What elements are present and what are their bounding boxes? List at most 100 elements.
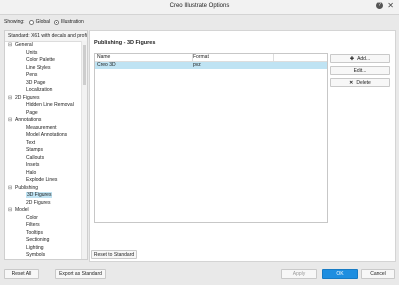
tree-item-label: 3D Figures xyxy=(26,192,53,198)
reset-to-standard-button[interactable]: Reset to Standard xyxy=(91,250,137,259)
tree-item-explode-lines[interactable]: Explode Lines xyxy=(5,177,87,185)
tree-node-label: 2D Figures xyxy=(15,94,40,101)
apply-button[interactable]: Apply xyxy=(281,269,317,279)
tree-item-model-annotations[interactable]: Model Annotations xyxy=(5,132,87,140)
tree-item-label: Stamps xyxy=(26,147,43,153)
tree-item-label: 2D Figures xyxy=(26,199,51,206)
bottom-bar: Reset All Export as Standard Apply OK Ca… xyxy=(0,262,399,285)
tree-item-label: Units xyxy=(26,49,38,56)
help-icon[interactable]: ? xyxy=(376,2,383,9)
tree-item-text[interactable]: Text xyxy=(5,140,87,148)
edit-button[interactable]: Edit... xyxy=(330,66,390,75)
tree-item-filters[interactable]: Filters xyxy=(5,222,87,230)
export-as-standard-button[interactable]: Export as Standard xyxy=(55,269,106,279)
row-format-cell: pvz xyxy=(193,62,201,68)
tree-item-label: Filters xyxy=(26,222,40,228)
tree-item-symbols[interactable]: Symbols xyxy=(5,252,87,259)
tree-item-2d-figures[interactable]: 2D Figures xyxy=(5,200,87,208)
tree-node-label: Publishing xyxy=(15,184,39,191)
tree-item-label: Pens xyxy=(26,72,38,78)
reset-all-label: Reset All xyxy=(11,271,32,277)
delete-button[interactable]: ✕ Delete xyxy=(330,78,390,87)
row-name-cell: Creo 3D xyxy=(97,62,116,68)
tree-item-label: Page xyxy=(26,109,38,116)
collapse-toggle-icon[interactable]: ⊟ xyxy=(8,117,12,125)
tree-item-halo[interactable]: Halo xyxy=(5,170,87,178)
tree-item-sectioning[interactable]: Sectioning xyxy=(5,237,87,245)
plus-icon: ✚ xyxy=(349,56,355,62)
tree-item-hidden-line-removal[interactable]: Hidden Line Removal xyxy=(5,102,87,110)
tree-node-annotations[interactable]: ⊟ Annotations xyxy=(5,117,87,125)
tree-scrollbar[interactable] xyxy=(81,41,87,259)
reset-all-button[interactable]: Reset All xyxy=(4,269,39,279)
cancel-button[interactable]: Cancel xyxy=(361,269,395,279)
tree-item-color[interactable]: Color xyxy=(5,215,87,223)
tree-item-callouts[interactable]: Callouts xyxy=(5,155,87,163)
tree-item-label: Line Styles xyxy=(26,64,51,71)
title-bar: Creo Illustrate Options ? ✕ xyxy=(0,0,399,15)
tree-node-model[interactable]: ⊟ Model xyxy=(5,207,87,215)
tree-item-3d-page[interactable]: 3D Page xyxy=(5,80,87,88)
page-title: Publishing - 3D Figures xyxy=(94,40,156,46)
tree-item-label: Insets xyxy=(26,162,40,168)
radio-global[interactable] xyxy=(28,19,34,25)
tree-item-label: 3D Page xyxy=(26,79,46,86)
tree-node-2d-figures[interactable]: ⊟ 2D Figures xyxy=(5,95,87,103)
collapse-toggle-icon[interactable]: ⊟ xyxy=(8,95,12,103)
tree-item-stamps[interactable]: Stamps xyxy=(5,147,87,155)
radio-illustration-label[interactable]: Illustration xyxy=(61,19,84,25)
edit-button-label: Edit... xyxy=(353,68,367,74)
table-row[interactable]: Creo 3D pvz xyxy=(95,62,327,69)
tree-item-tooltips[interactable]: Tooltips xyxy=(5,230,87,238)
tree-node-label: Model xyxy=(15,207,29,213)
tree-item-label: Decals xyxy=(26,260,41,261)
tree-item-measurement[interactable]: Measurement xyxy=(5,125,87,133)
tree-item-label: Color xyxy=(26,214,38,221)
tree-item-label: Halo xyxy=(26,169,37,176)
add-button-label: Add... xyxy=(357,56,371,62)
cancel-label: Cancel xyxy=(370,271,386,277)
tree-item-label: Measurement xyxy=(26,124,57,131)
column-format-header[interactable]: Format xyxy=(191,54,274,61)
tree-scrollbar-thumb[interactable] xyxy=(83,45,86,85)
tree-item-label: Tooltips xyxy=(26,229,43,236)
tree-item-pens[interactable]: Pens xyxy=(5,72,87,80)
tree-node-publishing[interactable]: ⊟ Publishing xyxy=(5,185,87,193)
tree-item-label: Symbols xyxy=(26,252,46,258)
radio-illustration[interactable] xyxy=(54,19,60,25)
main-panel: Publishing - 3D Figures Name Format Creo… xyxy=(89,30,396,262)
tree-node-general[interactable]: ⊟ General xyxy=(5,42,87,50)
tree-item-line-styles[interactable]: Line Styles xyxy=(5,65,87,73)
tree-node-label: Annotations xyxy=(15,117,42,123)
showing-selector: Showing: Global Illustration xyxy=(4,18,84,26)
tree-item-decals[interactable]: Decals xyxy=(5,260,87,261)
close-icon[interactable]: ✕ xyxy=(387,1,394,10)
radio-global-label[interactable]: Global xyxy=(36,19,50,25)
delete-button-label: Delete xyxy=(356,80,371,86)
tree-item-localization[interactable]: Localization xyxy=(5,87,87,95)
column-name-header[interactable]: Name xyxy=(95,54,193,61)
ok-button[interactable]: OK xyxy=(322,269,358,279)
window-title: Creo Illustrate Options xyxy=(169,3,230,9)
collapse-toggle-icon[interactable]: ⊟ xyxy=(8,42,12,50)
tree-item-units[interactable]: Units xyxy=(5,50,87,58)
tree-item-label: Model Annotations xyxy=(26,132,68,138)
tree-item-3d-figures[interactable]: 3D Figures xyxy=(5,192,87,200)
options-tree: ⊟ General Units Color Palette Line Styles Pen… xyxy=(5,42,87,261)
tree-item-lighting[interactable]: Lighting xyxy=(5,245,87,253)
collapse-toggle-icon[interactable]: ⊟ xyxy=(8,207,12,215)
tree-item-label: Sectioning xyxy=(26,237,50,243)
add-button[interactable]: ✚ Add... xyxy=(330,54,390,63)
tree-item-label: Color Palette xyxy=(26,57,55,63)
tree-item-label: Callouts xyxy=(26,154,45,161)
collapse-toggle-icon[interactable]: ⊟ xyxy=(8,185,12,193)
standard-header[interactable]: Standard: X61 with decals and profi xyxy=(5,31,87,42)
tree-item-page[interactable]: Page xyxy=(5,110,87,118)
tree-item-label: Explode Lines xyxy=(26,177,58,183)
tree-item-label: Localization xyxy=(26,87,53,93)
tree-item-color-palette[interactable]: Color Palette xyxy=(5,57,87,65)
showing-label: Showing: xyxy=(4,19,25,25)
apply-label: Apply xyxy=(292,271,306,277)
tree-item-label: Text xyxy=(26,139,36,146)
tree-item-insets[interactable]: Insets xyxy=(5,162,87,170)
